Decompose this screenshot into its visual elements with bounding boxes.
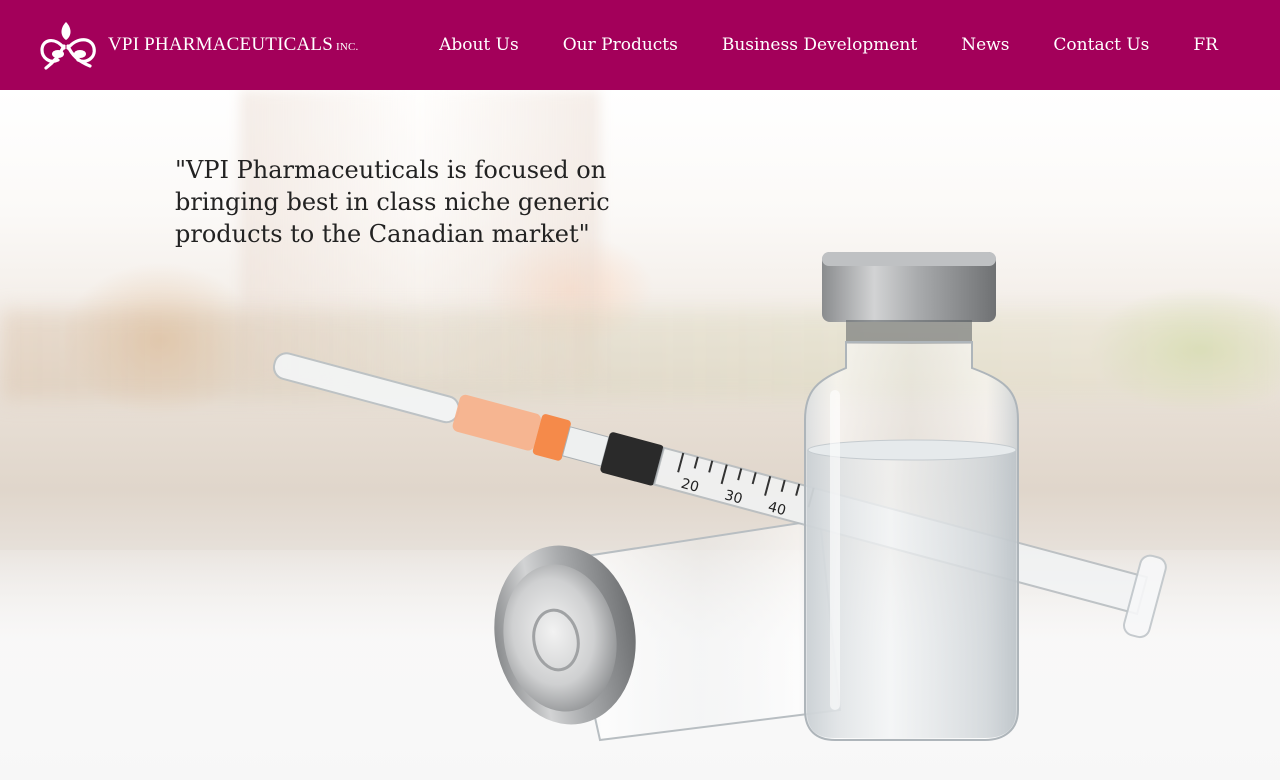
main-nav: About Us Our Products Business Developme… (439, 0, 1218, 90)
brand-name: VPI PHARMACEUTICALS INC. (108, 34, 358, 56)
leaf-logo-icon (40, 22, 96, 70)
nav-business-development[interactable]: Business Development (722, 35, 917, 55)
standing-vial (804, 252, 1019, 741)
brand-name-text: VPI PHARMACEUTICALS (108, 34, 333, 55)
nav-our-products[interactable]: Our Products (563, 35, 678, 55)
nav-news[interactable]: News (961, 35, 1009, 55)
hero-banner: 20 30 40 "VPI Pharmaceuticals is focused… (0, 90, 1280, 780)
brand-logo[interactable]: VPI PHARMACEUTICALS INC. (38, 18, 358, 72)
nav-language-fr[interactable]: FR (1193, 35, 1218, 55)
lying-vial (494, 518, 842, 742)
brand-suffix: INC. (335, 41, 359, 53)
nav-about-us[interactable]: About Us (439, 35, 519, 55)
hero-quote: "VPI Pharmaceuticals is focused on bring… (175, 156, 610, 248)
nav-contact-us[interactable]: Contact Us (1053, 35, 1149, 55)
site-header: VPI PHARMACEUTICALS INC. About Us Our Pro… (0, 0, 1280, 90)
